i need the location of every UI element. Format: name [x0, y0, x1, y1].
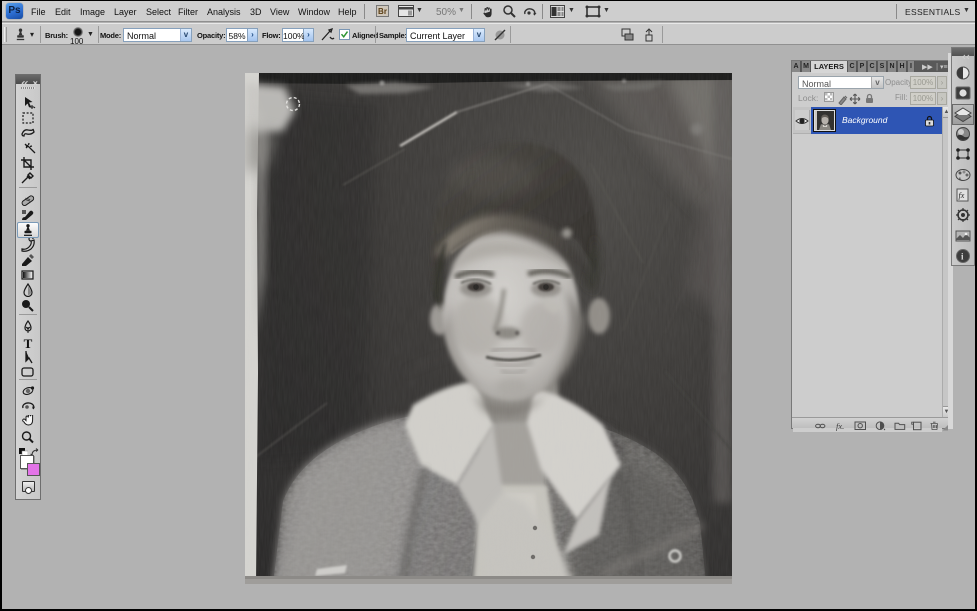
svg-text:fx: fx — [959, 191, 965, 200]
svg-text:fx.: fx. — [836, 421, 844, 431]
